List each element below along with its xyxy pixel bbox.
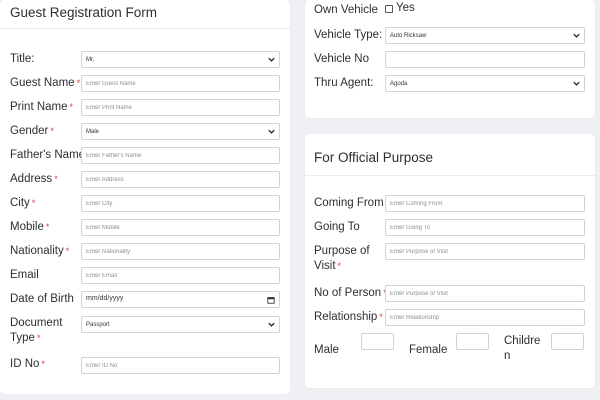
going-to-label: Going To — [314, 221, 360, 233]
fathers-name-label: Father's Name — [10, 149, 86, 161]
print-name-input[interactable] — [81, 99, 280, 116]
male-count-input[interactable] — [361, 333, 394, 350]
chevron-down-icon — [268, 129, 275, 134]
print-name-label: Print Name * — [10, 101, 74, 113]
official-purpose-title: For Official Purpose — [314, 150, 434, 165]
title-select-value: Mr. — [86, 56, 95, 63]
female-label: Female — [409, 344, 448, 356]
document-type-value: Passport — [86, 321, 110, 328]
purpose-of-visit-input[interactable] — [385, 243, 585, 260]
gender-label: Gender * — [10, 125, 54, 137]
calendar-icon[interactable] — [267, 296, 275, 304]
guest-name-label: Guest Name * — [10, 77, 81, 89]
official-purpose-card: For Official Purpose Coming From Going T… — [305, 134, 595, 388]
guest-name-input[interactable] — [81, 75, 280, 92]
going-to-input[interactable] — [385, 219, 585, 236]
vehicle-type-value: Auto Ricksaw — [390, 32, 427, 39]
document-type-select[interactable]: Passport — [81, 316, 280, 333]
gender-select[interactable]: Male — [81, 123, 280, 140]
email-input[interactable] — [81, 267, 280, 284]
title-select[interactable]: Mr. — [81, 51, 280, 68]
dob-value: mm/dd/yyyy — [86, 295, 124, 302]
relationship-label: Relationship * — [314, 311, 383, 323]
guest-registration-card: Guest Registration Form Title: Mr. Guest… — [0, 0, 290, 394]
mobile-input[interactable] — [81, 219, 280, 236]
thru-agent-value: Agoda — [390, 80, 408, 87]
id-no-label: ID No * — [10, 358, 45, 370]
own-vehicle-label: Own Vehicle — [314, 4, 378, 16]
chevron-down-icon — [573, 81, 580, 86]
children-label: Childre n — [504, 335, 541, 362]
purpose-of-visit-label: Purpose of Visit * — [314, 245, 370, 272]
coming-from-label: Coming From — [314, 197, 384, 209]
guest-form-title: Guest Registration Form — [10, 5, 158, 20]
title-divider — [0, 28, 290, 29]
chevron-down-icon — [268, 57, 275, 62]
city-input[interactable] — [81, 195, 280, 212]
gender-select-value: Male — [86, 128, 100, 135]
id-no-input[interactable] — [81, 357, 280, 374]
female-count-input[interactable] — [456, 333, 489, 350]
fathers-name-input[interactable] — [81, 147, 280, 164]
dob-input[interactable]: mm/dd/yyyy — [81, 291, 280, 308]
vehicle-type-select[interactable]: Auto Ricksaw — [385, 27, 585, 44]
chevron-down-icon — [268, 322, 275, 327]
nationality-label: Nationality * — [10, 245, 70, 257]
thru-agent-select[interactable]: Agoda — [385, 75, 585, 92]
no-of-person-input[interactable] — [385, 285, 585, 302]
vehicle-no-label: Vehicle No — [314, 53, 369, 65]
own-vehicle-checkbox[interactable] — [385, 5, 393, 13]
thru-agent-label: Thru Agent: — [314, 77, 374, 89]
children-count-input[interactable] — [551, 333, 584, 350]
title-label: Title: — [10, 53, 35, 65]
document-type-label: Document Type * — [10, 317, 63, 344]
address-input[interactable] — [81, 171, 280, 188]
official-title-divider — [305, 175, 595, 176]
email-label: Email — [10, 269, 39, 281]
own-vehicle-yes-label: Yes — [396, 2, 415, 14]
relationship-input[interactable] — [385, 309, 585, 326]
city-label: City * — [10, 197, 36, 209]
coming-from-input[interactable] — [385, 195, 585, 212]
vehicle-no-input[interactable] — [385, 51, 585, 68]
vehicle-type-label: Vehicle Type: — [314, 29, 383, 41]
male-label: Male — [314, 344, 339, 356]
no-of-person-label: No of Person* — [314, 287, 387, 299]
nationality-input[interactable] — [81, 243, 280, 260]
vehicle-card: Own Vehicle Yes Vehicle Type: Auto Ricks… — [305, 0, 595, 118]
address-label: Address * — [10, 173, 58, 185]
mobile-label: Mobile * — [10, 221, 50, 233]
dob-label: Date of Birth — [10, 293, 74, 305]
chevron-down-icon — [573, 33, 580, 38]
